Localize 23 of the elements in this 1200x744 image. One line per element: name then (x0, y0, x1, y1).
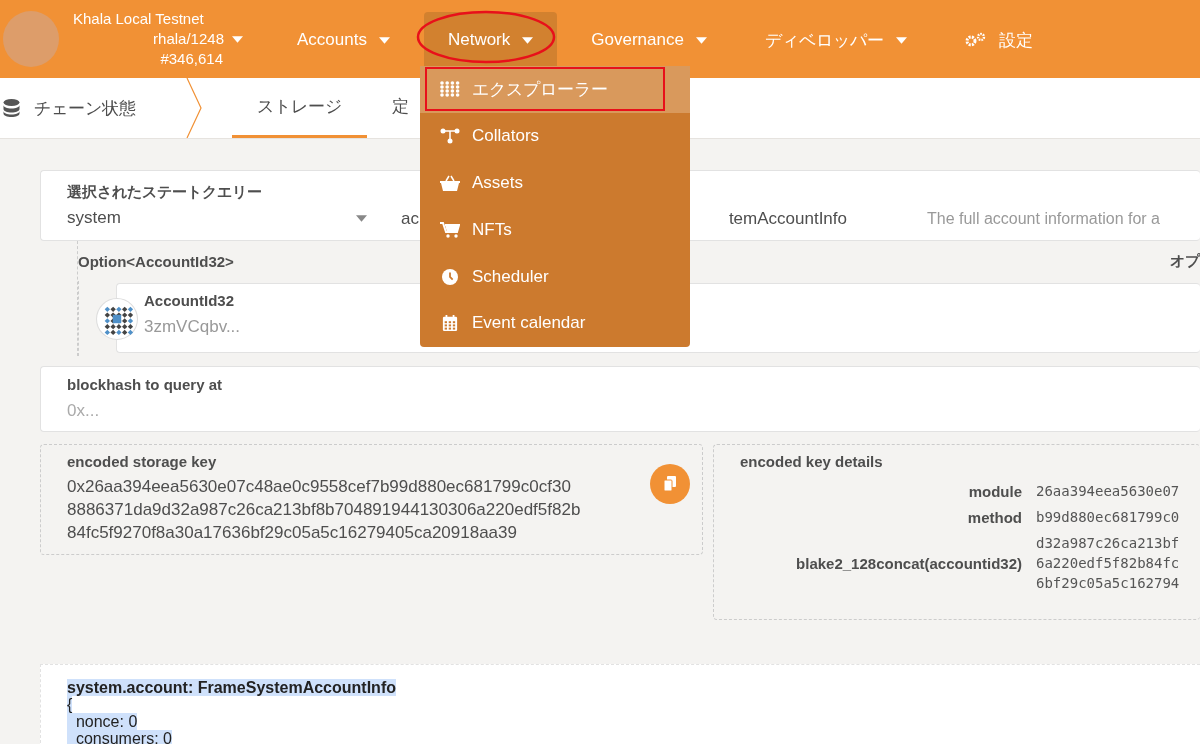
field-label: 選択されたステートクエリー (67, 183, 263, 202)
storage-key-line: 84fc5f9270f8a30a17636bf29c05a5c16279405ca20918aa39 (67, 522, 517, 544)
option-toggle-label: オプ (1170, 251, 1200, 271)
key-part-value: 6bf29c05a5c162794 (1036, 574, 1181, 593)
storage-key-line: 8886371da9d32a987c26ca213bf8b704891944130306a220edf5f82b (67, 499, 581, 521)
panel-label: encoded key details (740, 453, 883, 470)
field-label: AccountId32 (144, 292, 235, 309)
chain-name: Khala Local Testnet (73, 9, 204, 29)
storage-key-line: 0x26aa394eea5630e07c48ae0c9558cef7b99d880ec681799c0cf30 (67, 476, 571, 498)
key-part-name: method (966, 508, 1022, 526)
key-part-value: b99d880ec681799c0 (1036, 508, 1181, 527)
key-part-name: blake2_128concat(accountid32) (795, 554, 1022, 572)
block-number: #346,614 (160, 49, 223, 69)
field-label: blockhash to query at (67, 376, 224, 393)
key-part-name: module (967, 482, 1022, 500)
parameter-type: Option<AccountId32> (78, 252, 234, 270)
method-description: The full account information for a (927, 209, 1160, 228)
key-part-value: 26aa394eea5630e07 (1036, 482, 1181, 501)
key-part-value: 6a220edf5f82b84fc (1036, 554, 1181, 573)
section-title: チェーン状態 (34, 97, 136, 120)
key-part-value: d32a987c26ca213bf (1036, 534, 1181, 553)
account-address: 3zmVCqbv... (144, 317, 241, 337)
panel-label: encoded storage key (67, 453, 217, 470)
